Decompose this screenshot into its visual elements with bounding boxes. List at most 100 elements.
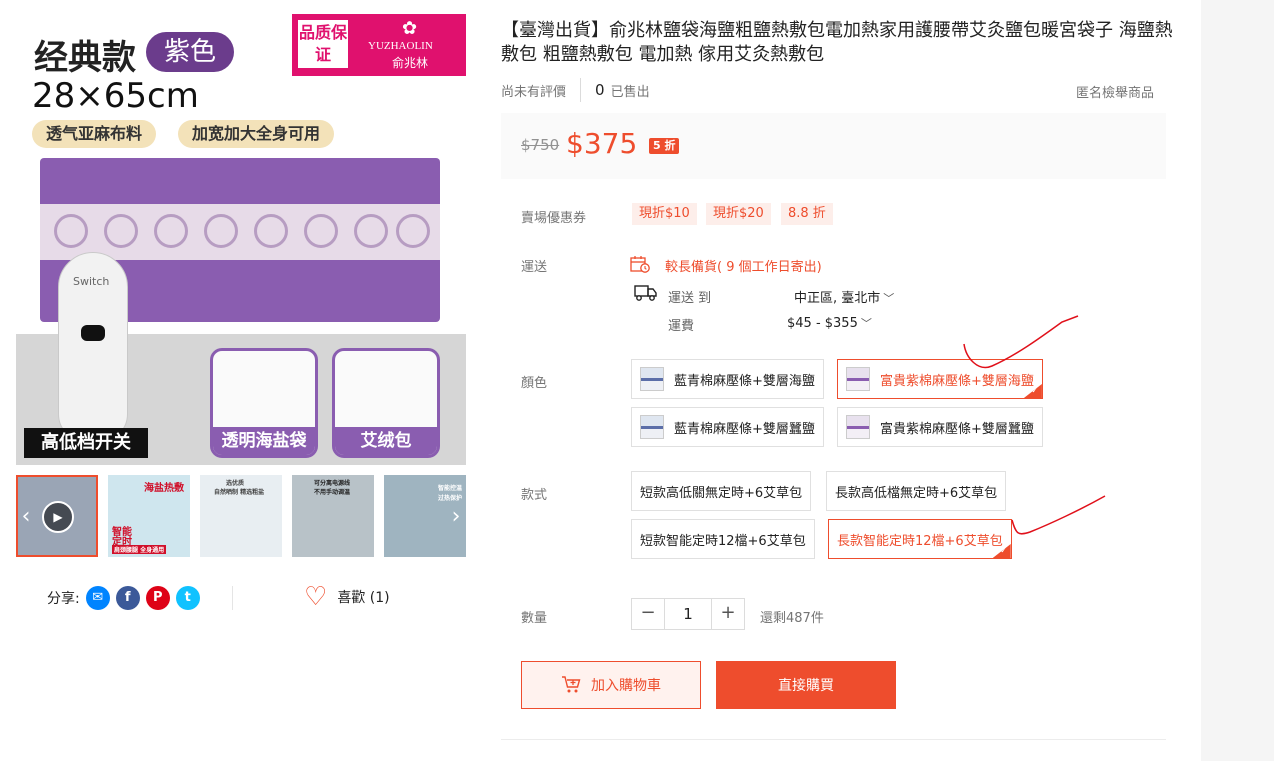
voucher-chip[interactable]: 8.8 折 (781, 203, 833, 225)
option-thumbnail (640, 367, 664, 391)
style-option-label: 長款高低檔無定時+6艾草包 (835, 485, 998, 501)
twitter-icon[interactable]: t (175, 586, 200, 610)
thumbnail-label: 选优质 (226, 480, 245, 487)
voucher-chip[interactable]: 現折$20 (706, 203, 771, 225)
shipping-note: 較長備貨( 9 個工作日寄出) (665, 260, 822, 275)
thumbnail-label: 可分离电源线 (314, 480, 351, 487)
thumbnail-next-arrow[interactable]: › (446, 505, 466, 529)
quantity-label: 數量 (521, 611, 548, 626)
controller-switch-text: Switch (73, 275, 110, 288)
thumbnail[interactable]: 海盐热敷 智能 定时 肩颈腰腿 全身通用 (108, 475, 190, 557)
like-button[interactable]: ♡ 喜歡 (1) (304, 582, 390, 612)
share-bar: 分享: ✉ f P t (47, 586, 206, 610)
calendar-clock-icon (630, 256, 650, 273)
option-thumbnail (846, 367, 870, 391)
color-label: 顏色 (521, 376, 548, 391)
salt-bag-caption: 透明海盐袋 (213, 427, 315, 455)
chevron-down-icon: ﹀ (883, 292, 895, 305)
thumbnail-label: 自然晒制 精选粗盐 (214, 489, 265, 496)
image-size-text: 28×65cm (32, 76, 199, 116)
sold-label: 已售出 (610, 84, 650, 100)
color-option[interactable]: 藍青棉麻壓條+雙層蠶鹽 (631, 407, 824, 447)
thumbnail-label: 过热保护 (438, 495, 463, 502)
style-label: 款式 (521, 488, 548, 503)
increase-button[interactable]: + (712, 599, 744, 629)
moxa-pack-caption: 艾绒包 (335, 427, 437, 455)
product-page: 经典款 紫色 28×65cm 透气亚麻布料 加宽加大全身可用 品质保证 ✿ YU… (0, 0, 1274, 761)
heart-icon: ♡ (304, 582, 328, 612)
add-to-cart-button[interactable]: 加入購物車 (521, 661, 701, 709)
color-option-label: 富貴紫棉麻壓條+雙層海鹽 (880, 373, 1034, 389)
stock-text: 還剩487件 (760, 611, 824, 626)
style-option-label: 長款智能定時12檔+6艾草包 (837, 533, 1003, 549)
brand-name-zh: 俞兆林 (392, 56, 429, 70)
pinterest-icon[interactable]: P (145, 586, 170, 610)
ship-to-label: 運送 到 (668, 291, 712, 306)
ship-fee-value: $45 - $355 (787, 316, 858, 331)
truck-icon (634, 285, 657, 301)
voucher-chip[interactable]: 現折$10 (632, 203, 697, 225)
thumbnail-label: 不用手动调温 (314, 489, 351, 496)
cart-icon (562, 676, 581, 693)
ship-fee-selector[interactable]: $45 - $355 ﹀ (787, 315, 872, 331)
thumbnail-strip: ▶ 海盐热敷 智能 定时 肩颈腰腿 全身通用 选优质 自然晒制 精选粗盐 可分离… (16, 475, 466, 557)
price-box: $750 $375 5 折 (501, 113, 1166, 179)
image-tag: 加宽加大全身可用 (178, 120, 335, 148)
moxa-pack-card: 艾绒包 (332, 348, 440, 458)
sold-count: 0 (595, 81, 605, 99)
thumbnail-prev-arrow[interactable]: ‹ (16, 505, 36, 529)
brand-name-en: YUZHAOLIN (368, 40, 433, 52)
report-link[interactable]: 匿名檢舉商品 (1076, 82, 1154, 101)
current-price: $375 (566, 127, 638, 160)
facebook-icon[interactable]: f (115, 586, 140, 610)
ship-to-selector[interactable]: 中正區, 臺北市 ﹀ (794, 287, 894, 306)
quantity-input[interactable]: 1 (664, 599, 712, 629)
section-divider (501, 739, 1166, 740)
controller-illustration: Switch (58, 252, 128, 442)
thumbnail-label: 肩颈腰腿 全身通用 (112, 545, 167, 554)
product-meta: 尚未有評價 0 已售出 (501, 78, 650, 102)
decrease-button[interactable]: − (632, 599, 664, 629)
add-to-cart-label: 加入購物車 (591, 678, 661, 694)
brand-flower-icon: ✿ (402, 18, 418, 39)
style-option[interactable]: 短款高低關無定時+6艾草包 (631, 471, 812, 511)
image-tag: 透气亚麻布料 (32, 120, 157, 148)
option-thumbnail (640, 415, 664, 439)
pad-pattern-band (40, 204, 440, 260)
ship-to-value: 中正區, 臺北市 (794, 291, 881, 306)
style-option-label: 短款智能定時12檔+6艾草包 (640, 533, 806, 549)
thumbnail-label: 海盐热敷 (144, 483, 184, 494)
buy-now-button[interactable]: 直接購買 (716, 661, 896, 709)
main-product-image[interactable]: 经典款 紫色 28×65cm 透气亚麻布料 加宽加大全身可用 品质保证 ✿ YU… (16, 12, 466, 465)
meta-divider (580, 78, 582, 102)
color-option-selected[interactable]: 富貴紫棉麻壓條+雙層海鹽 (837, 359, 1043, 399)
color-option-label: 藍青棉麻壓條+雙層海鹽 (674, 373, 815, 389)
messenger-icon[interactable]: ✉ (85, 586, 110, 610)
style-option-selected[interactable]: 長款智能定時12檔+6艾草包 (828, 519, 1012, 559)
salt-bag-card: 透明海盐袋 (210, 348, 318, 458)
discount-badge: 5 折 (649, 138, 680, 154)
shipping-label: 運送 (521, 260, 548, 275)
share-divider (232, 586, 233, 610)
brand-logo: 品质保证 ✿ YUZHAOLIN 俞兆林 (292, 14, 466, 76)
style-option[interactable]: 長款高低檔無定時+6艾草包 (826, 471, 1007, 511)
original-price: $750 (521, 136, 560, 154)
product-title: 【臺灣出貨】俞兆林鹽袋海鹽粗鹽熱敷包電加熱家用護腰帶艾灸鹽包暖宮袋子 海鹽熱敷包… (501, 20, 1173, 65)
thumbnail[interactable]: 可分离电源线 不用手动调温 (292, 475, 374, 557)
quantity-stepper: − 1 + (631, 598, 745, 630)
brand-quality-seal: 品质保证 (298, 20, 348, 68)
style-option[interactable]: 短款智能定時12檔+6艾草包 (631, 519, 815, 559)
color-option-label: 富貴紫棉麻壓條+雙層蠶鹽 (880, 421, 1034, 437)
thumbnail[interactable]: 选优质 自然晒制 精选粗盐 (200, 475, 282, 557)
color-option[interactable]: 富貴紫棉麻壓條+雙層蠶鹽 (837, 407, 1043, 447)
thumbnail-label: 智能控温 (438, 485, 463, 492)
controller-knob (81, 325, 105, 341)
switch-label: 高低档开关 (24, 428, 148, 458)
voucher-label: 賣場優惠券 (521, 211, 587, 226)
rating-text[interactable]: 尚未有評價 (501, 81, 566, 100)
style-option-label: 短款高低關無定時+6艾草包 (640, 485, 803, 501)
right-gutter (1201, 0, 1274, 761)
color-option[interactable]: 藍青棉麻壓條+雙層海鹽 (631, 359, 824, 399)
ship-fee-label: 運費 (668, 319, 695, 334)
buy-now-label: 直接購買 (778, 678, 834, 694)
